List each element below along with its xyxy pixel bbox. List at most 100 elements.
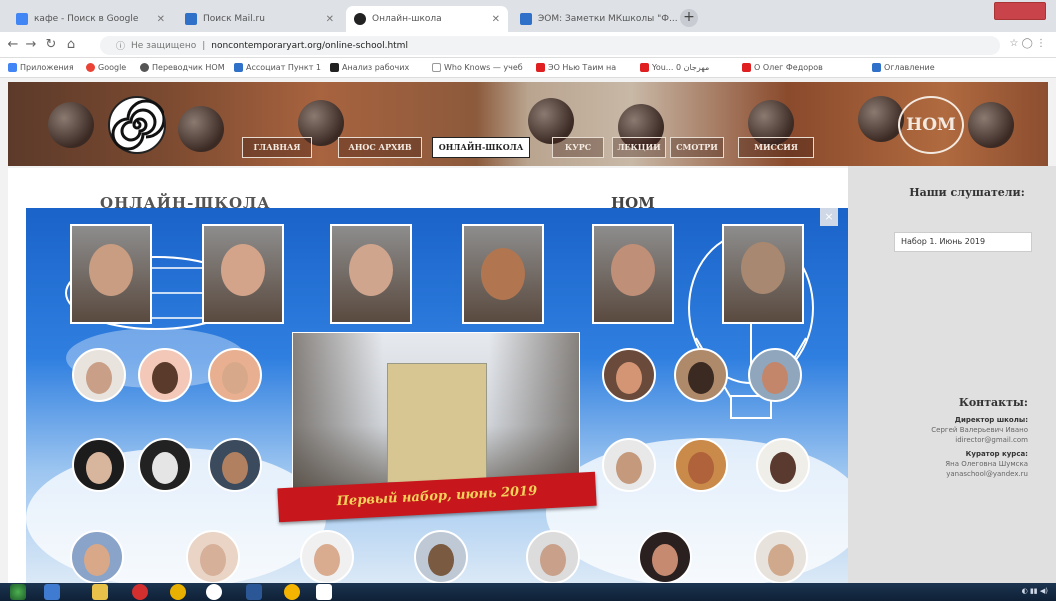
address-bar[interactable]: ⓘ Не защищено | noncontemporaryart.org/o… (100, 36, 1000, 55)
yandex-browser-icon[interactable] (316, 584, 332, 600)
student-avatar (602, 348, 656, 402)
nav-mission[interactable]: МИССИЯ (738, 137, 814, 158)
bookmark-youtube-3[interactable]: О Олег Федоров (742, 63, 823, 72)
spiral-logo[interactable] (108, 96, 166, 154)
close-popup-button[interactable]: × (820, 208, 838, 226)
tab-label: ЭОМ: Заметки МКшколы "Ф... (538, 14, 677, 24)
tab-label: Поиск Mail.ru (203, 14, 265, 24)
curator-email[interactable]: yanaschool@yandex.ru (908, 469, 1028, 479)
site-header: ГЛАВНАЯ АНОС АРХИВ ОНЛАЙН-ШКОЛА КУРС ЛЕК… (8, 82, 1048, 166)
director-role: Директор школы: (954, 416, 1028, 424)
mail-icon (185, 13, 197, 25)
security-label: Не защищено (131, 40, 197, 51)
nav-online-school[interactable]: ОНЛАЙН-ШКОЛА (432, 137, 530, 158)
forward-icon[interactable]: → (24, 37, 38, 52)
student-avatar (414, 530, 468, 583)
close-icon[interactable]: ✕ (492, 14, 500, 25)
student-avatar (756, 438, 810, 492)
nav-home[interactable]: ГЛАВНАЯ (242, 137, 312, 158)
home-icon[interactable]: ⌂ (64, 37, 78, 52)
tab-label: кафе - Поиск в Google (34, 14, 139, 24)
bookmark-contents[interactable]: Оглавление (872, 63, 935, 72)
student-avatar (186, 530, 240, 583)
google-icon (16, 13, 28, 25)
back-icon[interactable]: ← (6, 37, 20, 52)
info-icon: ⓘ (116, 42, 126, 52)
teacher-photo (70, 224, 152, 324)
system-tray[interactable]: ◐ ▮▮ ◀) (1022, 587, 1048, 595)
director-name: Сергей Валерьевич Ивано (931, 426, 1028, 434)
chrome-icon[interactable] (284, 584, 300, 600)
bookmark-associat[interactable]: Ассоциат Пункт 1 (234, 63, 321, 72)
url-text: noncontemporaryart.org/online-school.htm… (211, 40, 408, 51)
chrome-icon[interactable] (170, 584, 186, 600)
teacher-photo (722, 224, 804, 324)
teacher-photo (202, 224, 284, 324)
student-avatar (754, 530, 808, 583)
bookmark-google[interactable]: Google (86, 63, 126, 72)
student-avatar (526, 530, 580, 583)
browser-toolbar: ← → ↻ ⌂ ⓘ Не защищено | noncontemporarya… (0, 32, 1056, 58)
sidebar-title: Наши слушатели: (909, 186, 1025, 199)
tab-google[interactable]: кафе - Поиск в Google ✕ (8, 6, 173, 32)
cohort-select[interactable]: Набор 1. Июнь 2019 (894, 232, 1032, 252)
student-avatar (748, 348, 802, 402)
student-avatar (674, 348, 728, 402)
student-avatar (674, 438, 728, 492)
student-avatar (138, 438, 192, 492)
teacher-photo (330, 224, 412, 324)
nav-watch[interactable]: СМОТРИ (670, 137, 724, 158)
student-avatar (72, 348, 126, 402)
student-avatar (208, 348, 262, 402)
reload-icon[interactable]: ↻ (44, 37, 58, 52)
student-avatar (602, 438, 656, 492)
nav-lectures[interactable]: ЛЕКЦИИ (612, 137, 666, 158)
contacts-title: Контакты: (958, 396, 1028, 409)
curator-name: Яна Олеговна Шумска (945, 460, 1028, 468)
student-avatar (138, 348, 192, 402)
tab-notes[interactable]: ЭОМ: Заметки МКшколы "Ф... ✕ (512, 6, 677, 32)
students-popup: × Первый набор, июнь 2019 (26, 208, 848, 583)
bookmark-translator[interactable]: Переводчик НОМ (140, 63, 225, 72)
rivet-decoration (968, 102, 1014, 148)
screen: кафе - Поиск в Google ✕ Поиск Mail.ru ✕ … (0, 0, 1056, 601)
tab-label: Онлайн-школа (372, 14, 442, 24)
student-avatar (208, 438, 262, 492)
doc-icon (520, 13, 532, 25)
rivet-decoration (858, 96, 904, 142)
nav-course[interactable]: КУРС (552, 137, 604, 158)
word-icon[interactable] (246, 584, 262, 600)
nom-logo[interactable]: НОМ (898, 96, 964, 154)
yandex-icon[interactable] (206, 584, 222, 600)
start-icon[interactable] (10, 584, 26, 600)
teacher-photo (592, 224, 674, 324)
spiral-icon (354, 13, 366, 25)
student-avatar (638, 530, 692, 583)
tab-online-school[interactable]: Онлайн-школа ✕ (346, 6, 508, 32)
student-avatar (300, 530, 354, 583)
bookmark-who-knows[interactable]: Who Knows — учеб (432, 63, 523, 72)
close-icon[interactable]: ✕ (157, 14, 165, 25)
new-tab-button[interactable]: + (680, 9, 698, 27)
bookmark-analysis[interactable]: Анализ рабочих (330, 63, 409, 72)
ie-icon[interactable] (44, 584, 60, 600)
window-controls[interactable] (994, 2, 1046, 20)
rivet-decoration (178, 106, 224, 152)
folder-icon[interactable] (92, 584, 108, 600)
nav-archive[interactable]: АНОС АРХИВ (338, 137, 422, 158)
star-icon[interactable]: ☆ ◯ ⋮ (1009, 38, 1046, 49)
taskbar: ◐ ▮▮ ◀) (0, 583, 1056, 601)
curator-role: Куратор курса: (965, 450, 1028, 458)
bookmark-apps[interactable]: Приложения (8, 63, 74, 72)
director-email[interactable]: idirector@gmail.com (908, 435, 1028, 445)
bookmark-youtube-1[interactable]: ЭО Нью Таим на (536, 63, 616, 72)
bookmark-youtube-2[interactable]: You... مهرجان 0 (640, 63, 709, 72)
contacts-block: Контакты: Директор школы: Сергей Валерье… (908, 396, 1028, 479)
rivet-decoration (48, 102, 94, 148)
opera-icon[interactable] (132, 584, 148, 600)
close-icon[interactable]: ✕ (326, 14, 334, 25)
sidebar: Наши слушатели: Набор 1. Июнь 2019 Конта… (848, 166, 1056, 583)
student-avatar (70, 530, 124, 583)
tab-mail[interactable]: Поиск Mail.ru ✕ (177, 6, 342, 32)
student-avatar (72, 438, 126, 492)
